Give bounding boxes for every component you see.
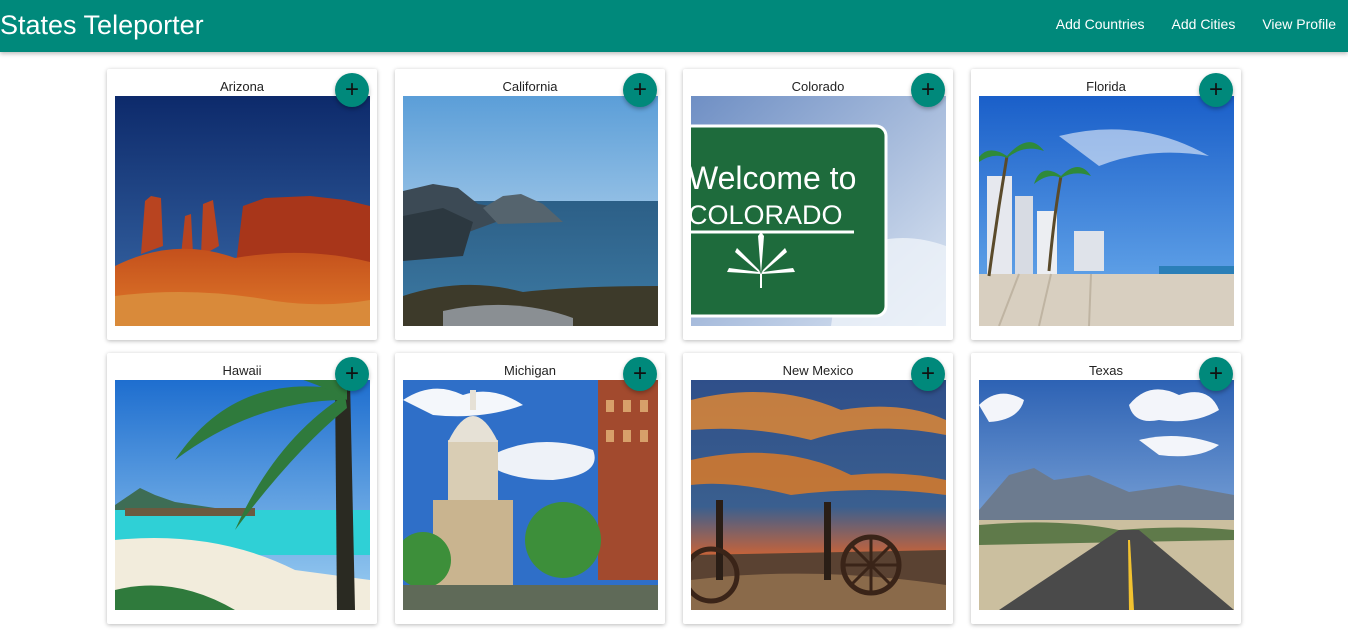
state-image-colorado: Welcome to COLORADO [691, 96, 946, 326]
state-image-arizona [115, 96, 370, 326]
state-image-new-mexico [691, 380, 946, 610]
state-card-michigan[interactable]: Michigan + [395, 353, 665, 624]
state-card-florida[interactable]: Florida + [971, 69, 1241, 340]
state-card-texas[interactable]: Texas + [971, 353, 1241, 624]
state-card-grid: Arizona + California + Colorado Welcome … [107, 69, 1241, 624]
top-app-bar: States Teleporter Add Countries Add Citi… [0, 0, 1348, 52]
nav-add-cities[interactable]: Add Cities [1172, 15, 1236, 33]
add-arizona-button[interactable]: + [335, 73, 369, 107]
state-card-new-mexico[interactable]: New Mexico + [683, 353, 953, 624]
add-texas-button[interactable]: + [1199, 357, 1233, 391]
sign-text-line2: COLORADO [691, 200, 843, 230]
state-card-arizona[interactable]: Arizona + [107, 69, 377, 340]
state-image-florida [979, 96, 1234, 326]
add-hawaii-button[interactable]: + [335, 357, 369, 391]
state-card-hawaii[interactable]: Hawaii + [107, 353, 377, 624]
state-image-texas [979, 380, 1234, 610]
state-image-hawaii [115, 380, 370, 610]
add-colorado-button[interactable]: + [911, 73, 945, 107]
state-card-california[interactable]: California + [395, 69, 665, 340]
add-california-button[interactable]: + [623, 73, 657, 107]
state-card-colorado[interactable]: Colorado Welcome to COLORADO + [683, 69, 953, 340]
sign-text-line1: Welcome to [691, 160, 856, 196]
nav-view-profile[interactable]: View Profile [1262, 15, 1336, 33]
nav-links: Add Countries Add Cities View Profile [1056, 15, 1336, 33]
add-new-mexico-button[interactable]: + [911, 357, 945, 391]
add-florida-button[interactable]: + [1199, 73, 1233, 107]
app-title[interactable]: States Teleporter [0, 8, 204, 42]
state-image-michigan [403, 380, 658, 610]
state-image-california [403, 96, 658, 326]
add-michigan-button[interactable]: + [623, 357, 657, 391]
nav-add-countries[interactable]: Add Countries [1056, 15, 1145, 33]
